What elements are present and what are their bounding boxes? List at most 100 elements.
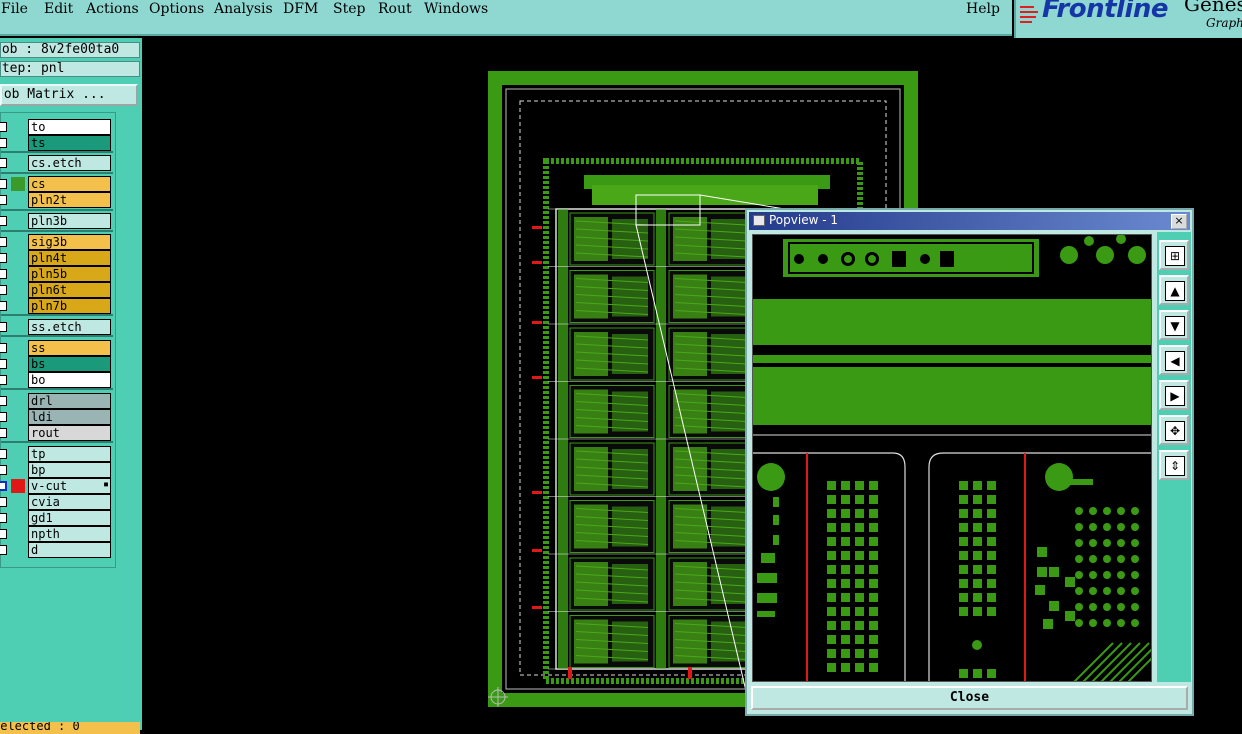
layer-checkbox[interactable]: [0, 497, 7, 507]
window-menu-icon[interactable]: [753, 215, 765, 226]
layer-checkbox[interactable]: [0, 428, 7, 438]
layer-checkbox[interactable]: [0, 359, 7, 369]
layer-row-bp[interactable]: bp: [0, 462, 113, 478]
layer-row-ss.etch[interactable]: ss.etch: [0, 319, 113, 335]
layer-checkbox[interactable]: [0, 138, 7, 148]
layer-row-ts[interactable]: ts: [0, 135, 113, 151]
layer-menu-icon[interactable]: ▪: [103, 478, 109, 492]
layer-name[interactable]: cvia: [28, 494, 111, 510]
layer-checkbox[interactable]: [0, 179, 7, 189]
menu-dfm[interactable]: DFM: [283, 1, 318, 17]
layer-name[interactable]: ldi: [28, 409, 111, 425]
layer-name[interactable]: pln6t: [28, 282, 111, 298]
job-matrix-button[interactable]: Job Matrix ...: [0, 84, 138, 106]
layer-row-v-cut[interactable]: v-cut ▪: [0, 478, 113, 494]
layer-row-tp[interactable]: tp: [0, 446, 113, 462]
layer-checkbox[interactable]: [0, 465, 7, 475]
layer-name[interactable]: bs: [28, 356, 111, 372]
layer-checkbox[interactable]: [0, 396, 7, 406]
layer-row-pln5b[interactable]: pln5b: [0, 266, 113, 282]
layer-name[interactable]: drl: [28, 393, 111, 409]
layer-row-bo[interactable]: bo: [0, 372, 113, 388]
menu-edit[interactable]: Edit: [44, 1, 73, 17]
layer-checkbox[interactable]: [0, 301, 7, 311]
layer-name[interactable]: to: [28, 119, 111, 135]
layer-name[interactable]: bp: [28, 462, 111, 478]
layer-row-d[interactable]: d: [0, 542, 113, 558]
close-button[interactable]: Close: [751, 686, 1188, 710]
layer-name[interactable]: pln7b: [28, 298, 111, 314]
layer-checkbox[interactable]: [0, 343, 7, 353]
layer-checkbox[interactable]: [0, 449, 7, 459]
pan-left-icon[interactable]: ◀: [1159, 345, 1189, 375]
layer-name[interactable]: sig3b: [28, 234, 111, 250]
layer-row-pln4t[interactable]: pln4t: [0, 250, 113, 266]
layer-name[interactable]: rout: [28, 425, 111, 441]
layer-name[interactable]: bo: [28, 372, 111, 388]
layer-name[interactable]: pln5b: [28, 266, 111, 282]
layer-checkbox[interactable]: [0, 545, 7, 555]
layer-row-cs[interactable]: cs: [0, 176, 113, 192]
layer-row-npth[interactable]: npth: [0, 526, 113, 542]
layer-checkbox[interactable]: [0, 122, 7, 132]
menu-analysis[interactable]: Analysis: [214, 1, 273, 17]
menu-options[interactable]: Options: [149, 1, 204, 17]
layer-name[interactable]: pln2t: [28, 192, 111, 208]
layer-checkbox[interactable]: [0, 375, 7, 385]
layer-checkbox[interactable]: [0, 253, 7, 263]
popview-titlebar[interactable]: Popview - 1 ×: [749, 212, 1190, 230]
layer-name[interactable]: ts: [28, 135, 111, 151]
layer-name[interactable]: cs: [28, 176, 111, 192]
layer-color-swatch[interactable]: [11, 177, 25, 191]
pan-right-icon[interactable]: ▶: [1159, 380, 1189, 410]
menu-rout[interactable]: Rout: [378, 1, 412, 17]
menu-file[interactable]: File: [1, 1, 28, 17]
layer-name[interactable]: d: [28, 542, 111, 558]
layer-checkbox[interactable]: [0, 481, 7, 491]
layer-color-swatch[interactable]: [11, 479, 25, 493]
layer-row-ldi[interactable]: ldi: [0, 409, 113, 425]
layer-name[interactable]: cs.etch: [28, 155, 111, 171]
layer-checkbox[interactable]: [0, 322, 7, 332]
layer-name[interactable]: pln3b: [28, 213, 111, 229]
layer-row-bs[interactable]: bs: [0, 356, 113, 372]
layer-checkbox[interactable]: [0, 237, 7, 247]
close-icon[interactable]: ×: [1171, 214, 1187, 229]
layer-name[interactable]: gd1: [28, 510, 111, 526]
layer-checkbox[interactable]: [0, 158, 7, 168]
layer-row-cs.etch[interactable]: cs.etch: [0, 155, 113, 171]
layer-checkbox[interactable]: [0, 195, 7, 205]
layer-row-pln3b[interactable]: pln3b: [0, 213, 113, 229]
popview-canvas[interactable]: [752, 234, 1152, 682]
layer-row-to[interactable]: to: [0, 119, 113, 135]
layer-checkbox[interactable]: [0, 216, 7, 226]
layer-row-cvia[interactable]: cvia: [0, 494, 113, 510]
layer-row-pln2t[interactable]: pln2t: [0, 192, 113, 208]
menu-actions[interactable]: Actions: [86, 1, 139, 17]
layer-checkbox[interactable]: [0, 513, 7, 523]
zoom-fit-icon[interactable]: ⊞: [1159, 240, 1189, 270]
layer-checkbox[interactable]: [0, 412, 7, 422]
layer-row-rout[interactable]: rout: [0, 425, 113, 441]
layer-name[interactable]: pln4t: [28, 250, 111, 266]
layer-checkbox[interactable]: [0, 285, 7, 295]
layer-row-drl[interactable]: drl: [0, 393, 113, 409]
menu-windows[interactable]: Windows: [424, 1, 488, 17]
layer-row-gd1[interactable]: gd1: [0, 510, 113, 526]
layer-name[interactable]: ss.etch: [28, 319, 111, 335]
pan-up-icon[interactable]: ▲: [1159, 275, 1189, 305]
layer-row-pln7b[interactable]: pln7b: [0, 298, 113, 314]
layer-row-ss[interactable]: ss: [0, 340, 113, 356]
layer-name[interactable]: npth: [28, 526, 111, 542]
layer-row-sig3b[interactable]: sig3b: [0, 234, 113, 250]
pan-down-icon[interactable]: ▼: [1159, 310, 1189, 340]
layer-checkbox[interactable]: [0, 269, 7, 279]
layer-name[interactable]: ss: [28, 340, 111, 356]
menu-help[interactable]: Help: [966, 1, 1000, 17]
menu-step[interactable]: Step: [333, 1, 365, 17]
zoom-in-icon[interactable]: ✥: [1159, 415, 1189, 445]
layer-name[interactable]: v-cut ▪: [28, 478, 111, 494]
layer-name[interactable]: tp: [28, 446, 111, 462]
zoom-out-icon[interactable]: ⇕: [1159, 450, 1189, 480]
layer-row-pln6t[interactable]: pln6t: [0, 282, 113, 298]
